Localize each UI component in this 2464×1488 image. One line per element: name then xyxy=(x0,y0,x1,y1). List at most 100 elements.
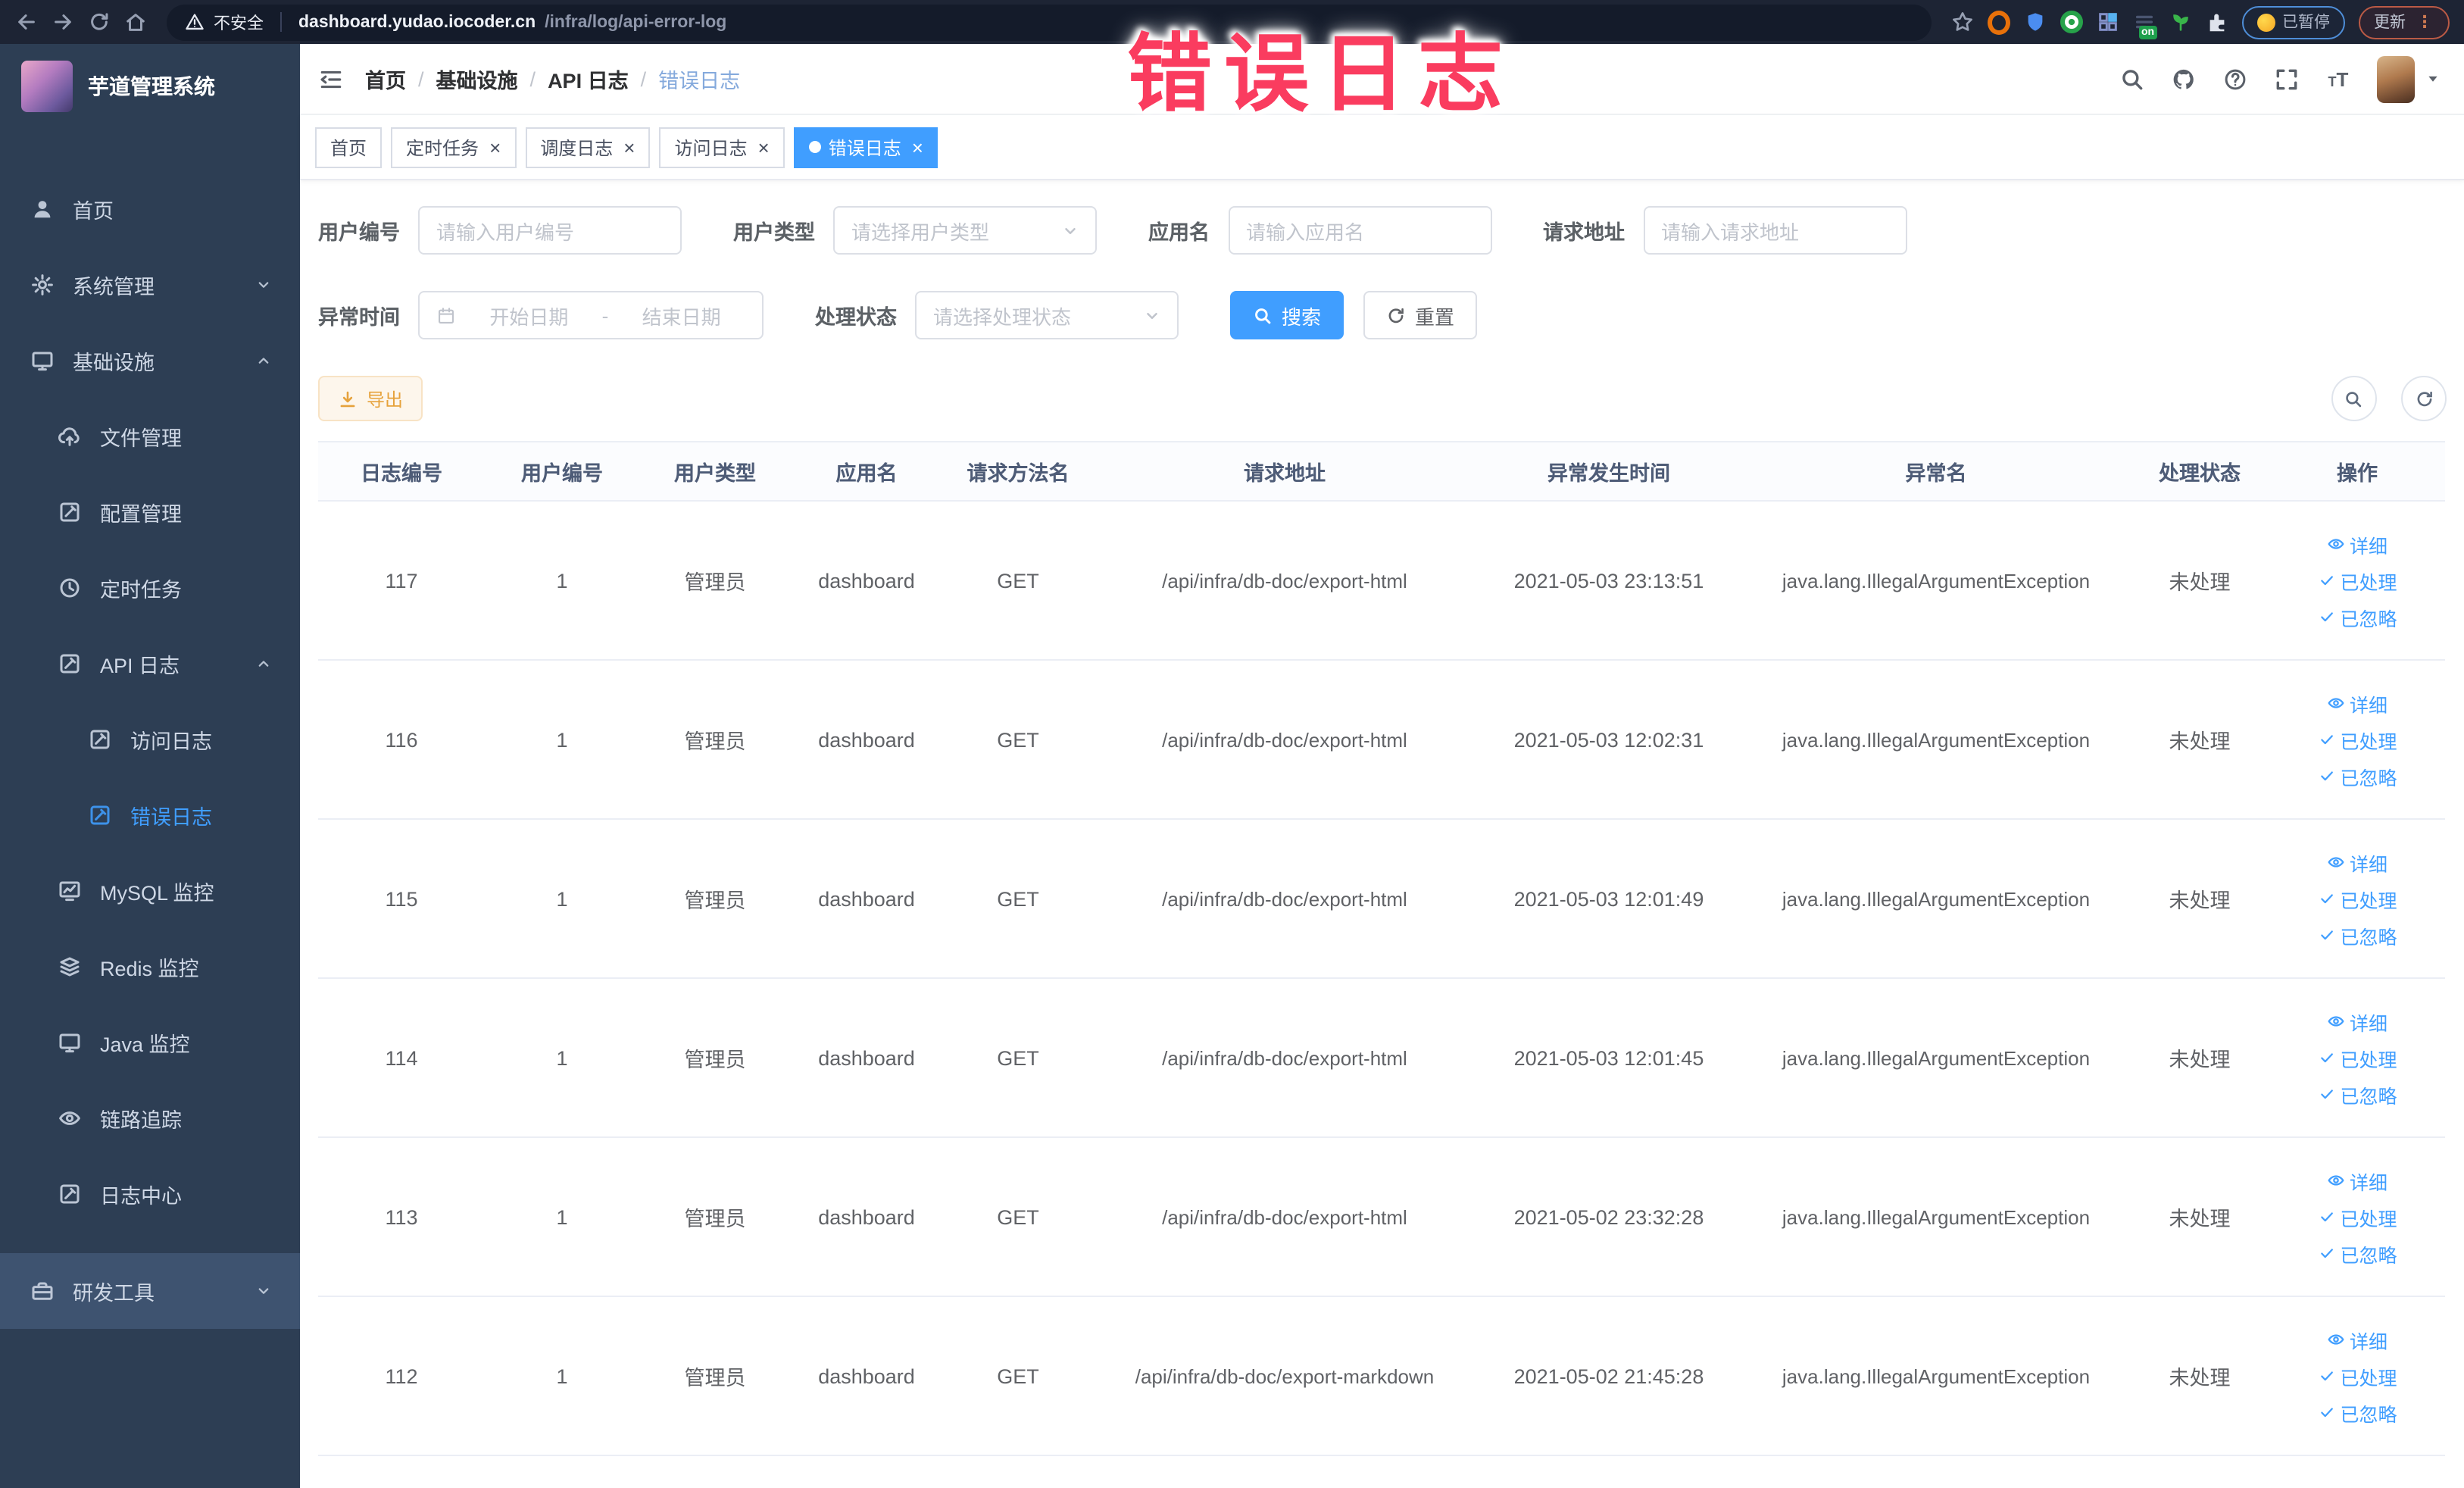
search-button[interactable]: 搜索 xyxy=(1230,291,1344,339)
home-icon[interactable] xyxy=(124,11,147,33)
github-icon[interactable] xyxy=(2171,66,2197,92)
address-bar[interactable]: 不安全 dashboard.yudao.iocoder.cn/infra/log… xyxy=(167,4,1931,40)
tab-view[interactable]: 调度日志 × xyxy=(525,127,651,167)
time-cell: 2021-05-03 12:01:45 xyxy=(1513,1046,1704,1069)
sidebar-item[interactable]: Java 监控 xyxy=(0,1005,300,1080)
ignore-link[interactable]: 已忽略 xyxy=(2317,602,2397,631)
extension-sprout-icon[interactable] xyxy=(2169,11,2191,33)
breadcrumb-item: 错误日志 xyxy=(658,70,741,92)
close-icon[interactable]: × xyxy=(758,137,770,157)
processed-link[interactable]: 已处理 xyxy=(2317,1202,2397,1231)
forward-icon[interactable] xyxy=(52,11,74,33)
security-label[interactable]: 不安全 xyxy=(214,10,264,34)
close-icon[interactable]: × xyxy=(912,137,923,157)
breadcrumb-item[interactable]: 基础设施 xyxy=(436,64,518,94)
sidebar-item[interactable]: 首页 xyxy=(0,171,300,247)
sidebar-item[interactable]: 链路追踪 xyxy=(0,1080,300,1156)
sidebar-item[interactable]: Redis 监控 xyxy=(0,929,300,1005)
sidebar-item-label: 文件管理 xyxy=(100,427,182,450)
sidebar-item[interactable]: API 日志 xyxy=(0,626,300,702)
sidebar-item[interactable]: 配置管理 xyxy=(0,474,300,550)
sidebar-item-label: 基础设施 xyxy=(73,352,155,374)
tab-view[interactable]: 定时任务 × xyxy=(391,127,517,167)
ignore-link[interactable]: 已忽略 xyxy=(2317,1398,2397,1427)
detail-link[interactable]: 详细 xyxy=(2327,1166,2387,1195)
sidebar-item[interactable]: 基础设施 xyxy=(0,323,300,399)
extension-shield-icon[interactable] xyxy=(2023,11,2046,33)
extension-green-circle-icon[interactable] xyxy=(2060,11,2082,33)
action-label: 已处理 xyxy=(2340,1208,2397,1230)
kebab-menu-icon[interactable]: ⋮ xyxy=(2416,12,2434,32)
close-icon[interactable]: × xyxy=(489,137,501,157)
sidebar-item[interactable]: 日志中心 xyxy=(0,1156,300,1232)
ignore-link[interactable]: 已忽略 xyxy=(2317,1080,2397,1108)
close-icon[interactable]: × xyxy=(623,137,635,157)
sidebar-item[interactable]: 定时任务 xyxy=(0,550,300,626)
log-icon xyxy=(88,803,112,827)
extensions-puzzle-icon[interactable] xyxy=(2205,11,2228,33)
search-icon[interactable] xyxy=(2119,66,2145,92)
detail-link[interactable]: 详细 xyxy=(2327,1325,2387,1354)
ignore-link[interactable]: 已忽略 xyxy=(2317,1239,2397,1268)
detail-link[interactable]: 详细 xyxy=(2327,848,2387,877)
ignore-link[interactable]: 已忽略 xyxy=(2317,921,2397,949)
log-id-cell: 117 xyxy=(385,569,418,592)
font-size-icon[interactable]: TT xyxy=(2325,66,2351,92)
sidebar-item[interactable]: MySQL 监控 xyxy=(0,853,300,929)
paused-extension-badge[interactable]: 已暂停 xyxy=(2241,5,2345,39)
tab-view[interactable]: 访问日志 × xyxy=(659,127,785,167)
ignore-link[interactable]: 已忽略 xyxy=(2317,761,2397,790)
breadcrumb-item[interactable]: 首页 xyxy=(365,64,406,94)
fullscreen-icon[interactable] xyxy=(2274,66,2300,92)
filter-input[interactable]: 请输入用户编号 xyxy=(418,206,682,255)
reset-button-label: 重置 xyxy=(1415,305,1455,328)
chevron-up-icon xyxy=(255,352,273,370)
action-label: 详细 xyxy=(2349,1172,2387,1193)
check-icon xyxy=(2317,889,2335,908)
chevron-down-icon xyxy=(1062,222,1079,239)
url-cell: /api/infra/db-doc/export-markdown xyxy=(1135,1365,1435,1387)
sidebar-item[interactable]: 研发工具 xyxy=(0,1253,300,1329)
sidebar-item[interactable]: 错误日志 xyxy=(0,777,300,853)
warning-icon xyxy=(185,12,205,32)
sidebar-item-label: 系统管理 xyxy=(73,276,155,299)
sidebar-toggle-icon[interactable] xyxy=(318,66,344,92)
chevron-down-icon xyxy=(1144,307,1160,324)
avatar[interactable] xyxy=(2377,55,2415,102)
reload-icon[interactable] xyxy=(88,11,111,33)
export-button[interactable]: 导出 xyxy=(318,376,423,421)
back-icon[interactable] xyxy=(15,11,38,33)
processed-link[interactable]: 已处理 xyxy=(2317,1043,2397,1072)
filter-input[interactable]: 请输入应用名 xyxy=(1228,206,1491,255)
processed-link[interactable]: 已处理 xyxy=(2317,566,2397,595)
processed-link[interactable]: 已处理 xyxy=(2317,725,2397,754)
status-cell: 未处理 xyxy=(2169,1367,2231,1390)
toggle-search-button[interactable] xyxy=(2331,376,2377,421)
tab-view[interactable]: 首页 xyxy=(315,127,383,167)
tab-active[interactable]: 错误日志 × xyxy=(793,127,938,167)
eye-icon xyxy=(2327,1012,2345,1030)
detail-link[interactable]: 详细 xyxy=(2327,530,2387,558)
extension-orange-ring-icon[interactable] xyxy=(1987,10,2010,34)
filter-select[interactable]: 请选择用户类型 xyxy=(833,206,1097,255)
date-range-input[interactable]: 开始日期 - 结束日期 xyxy=(418,291,764,339)
filter-input[interactable]: 请输入请求地址 xyxy=(1643,206,1907,255)
refresh-table-button[interactable] xyxy=(2401,376,2447,421)
extension-lines-on-icon[interactable]: on xyxy=(2132,11,2158,39)
breadcrumb-item[interactable]: API 日志 xyxy=(548,64,629,94)
processed-link[interactable]: 已处理 xyxy=(2317,884,2397,913)
help-icon[interactable] xyxy=(2222,66,2248,92)
eye-icon xyxy=(2327,535,2345,553)
status-select[interactable]: 请选择处理状态 xyxy=(915,291,1179,339)
sidebar-item[interactable]: 系统管理 xyxy=(0,247,300,323)
sidebar-item[interactable]: 访问日志 xyxy=(0,702,300,777)
update-button[interactable]: 更新 ⋮ xyxy=(2359,5,2450,39)
detail-link[interactable]: 详细 xyxy=(2327,1007,2387,1036)
bookmark-star-icon[interactable] xyxy=(1950,11,1973,33)
reset-button[interactable]: 重置 xyxy=(1363,291,1478,339)
extension-grid-icon[interactable] xyxy=(2096,11,2119,33)
detail-link[interactable]: 详细 xyxy=(2327,689,2387,717)
processed-link[interactable]: 已处理 xyxy=(2317,1361,2397,1390)
caret-down-icon[interactable] xyxy=(2425,71,2441,86)
sidebar-item[interactable]: 文件管理 xyxy=(0,399,300,474)
